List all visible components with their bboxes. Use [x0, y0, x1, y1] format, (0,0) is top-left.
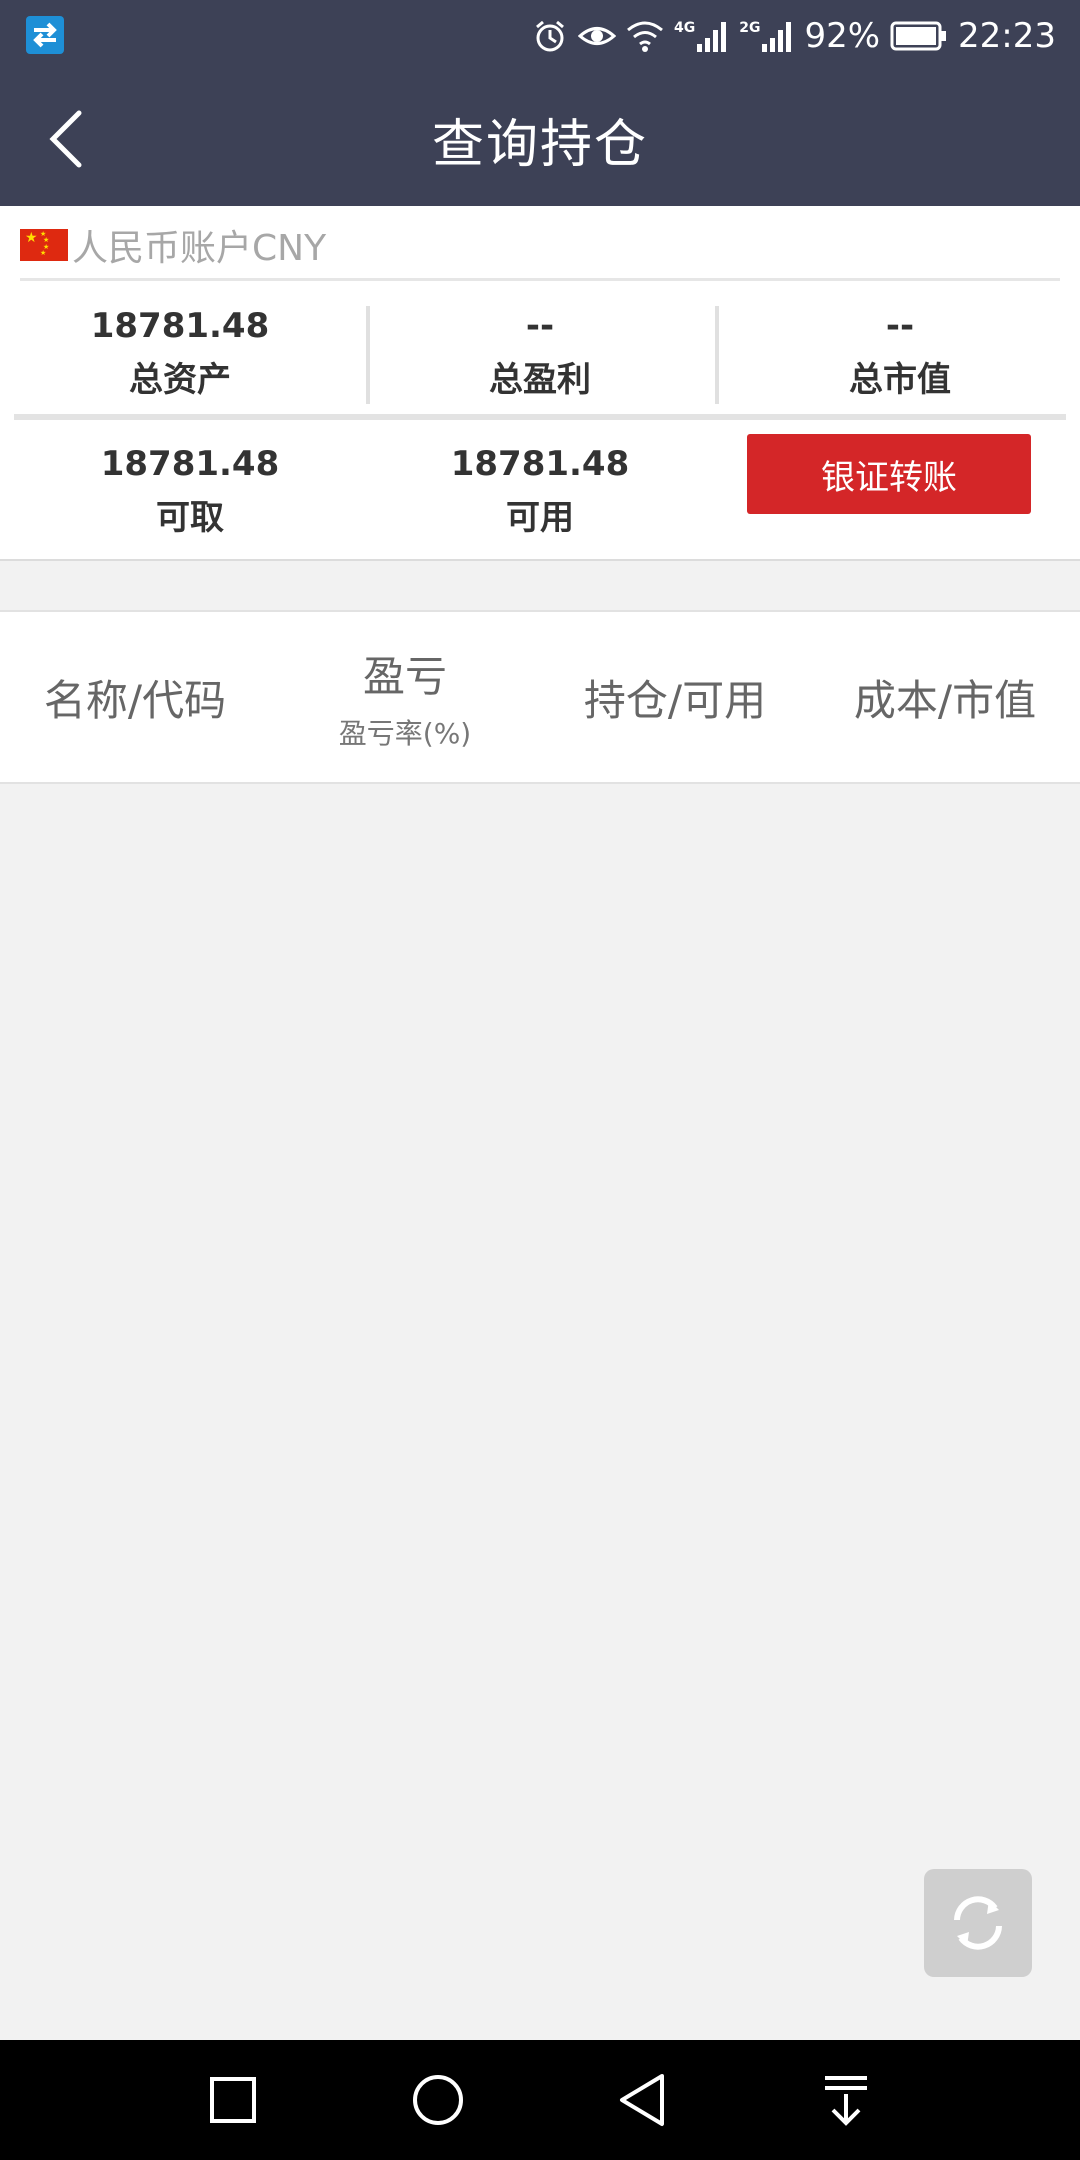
total-market-value: -- 总市值: [720, 296, 1080, 416]
refresh-icon: [954, 1896, 1002, 1950]
china-flag-icon: ★ ★ ★ ★ ★: [20, 229, 68, 261]
square-icon: [210, 2077, 256, 2123]
circle-icon: [413, 2075, 463, 2125]
page-title: 查询持仓: [431, 114, 648, 175]
withdrawable: 18781.48 可取: [25, 434, 355, 554]
column-cost-market-value: 成本/市值: [810, 612, 1080, 782]
available-value: 18781.48: [450, 444, 630, 484]
total-profit-label: 总盈利: [489, 360, 591, 400]
column-cost-market-value-label: 成本/市值: [853, 675, 1037, 725]
battery-icon: [890, 21, 948, 51]
total-market-value-label: 总市值: [849, 360, 951, 400]
withdrawable-label: 可取: [156, 498, 224, 538]
column-profit-rate-label: 盈亏率(%): [338, 716, 472, 750]
app-header: 查询持仓: [0, 72, 1080, 206]
system-nav-bar: [0, 2040, 1080, 2160]
account-panel: ★ ★ ★ ★ ★ 人民币账户CNY 18781.48 总资产 -- 总盈利 -…: [0, 206, 1080, 561]
available-label: 可用: [506, 498, 574, 538]
total-assets: 18781.48 总资产: [0, 296, 360, 416]
column-profit-loss: 盈亏 盈亏率(%): [270, 612, 540, 782]
holdings-list: [0, 782, 1080, 2040]
eye-icon: [577, 21, 616, 51]
column-position-available-label: 持仓/可用: [583, 675, 767, 725]
pull-down-icon: [825, 2076, 867, 2126]
column-name-code: 名称/代码: [0, 612, 270, 782]
total-profit: -- 总盈利: [360, 296, 720, 416]
back-nav-button[interactable]: [602, 2060, 682, 2140]
total-assets-value: 18781.48: [90, 306, 270, 346]
notification-pulldown-button[interactable]: [806, 2060, 886, 2140]
account-selector[interactable]: ★ ★ ★ ★ ★ 人民币账户CNY: [20, 220, 326, 270]
column-position-available: 持仓/可用: [540, 612, 810, 782]
bank-securities-transfer-button[interactable]: 银证转账: [747, 434, 1031, 514]
available: 18781.48 可用: [375, 434, 705, 554]
clock-time: 22:23: [958, 16, 1056, 56]
holdings-table-header: 名称/代码 盈亏 盈亏率(%) 持仓/可用 成本/市值: [0, 610, 1080, 784]
wifi-icon: [626, 20, 664, 52]
transfer-app-icon: [26, 16, 64, 54]
network-2g-label: 2G: [739, 20, 761, 36]
recents-button[interactable]: [193, 2060, 273, 2140]
status-bar: 4G 2G 92% 22:23: [0, 0, 1080, 72]
divider: [20, 278, 1060, 281]
signal-2g-icon: 2G: [739, 20, 794, 52]
account-label: 人民币账户CNY: [72, 228, 327, 269]
divider: [14, 414, 1066, 420]
column-profit-loss-label: 盈亏: [362, 651, 447, 701]
alarm-icon: [532, 18, 568, 54]
battery-percent: 92%: [804, 16, 881, 56]
column-name-code-label: 名称/代码: [43, 675, 227, 725]
vertical-divider: [715, 306, 719, 404]
withdrawable-value: 18781.48: [100, 444, 280, 484]
vertical-divider: [366, 306, 370, 404]
home-button[interactable]: [398, 2060, 478, 2140]
refresh-button[interactable]: [924, 1869, 1032, 1977]
network-4g-label: 4G: [673, 20, 696, 36]
total-profit-value: --: [525, 306, 555, 346]
signal-4g-icon: 4G: [674, 20, 729, 52]
total-market-value-value: --: [885, 306, 915, 346]
summary-stats: 18781.48 总资产 -- 总盈利 -- 总市值: [0, 296, 1080, 416]
total-assets-label: 总资产: [129, 360, 231, 400]
triangle-back-icon: [620, 2074, 664, 2126]
